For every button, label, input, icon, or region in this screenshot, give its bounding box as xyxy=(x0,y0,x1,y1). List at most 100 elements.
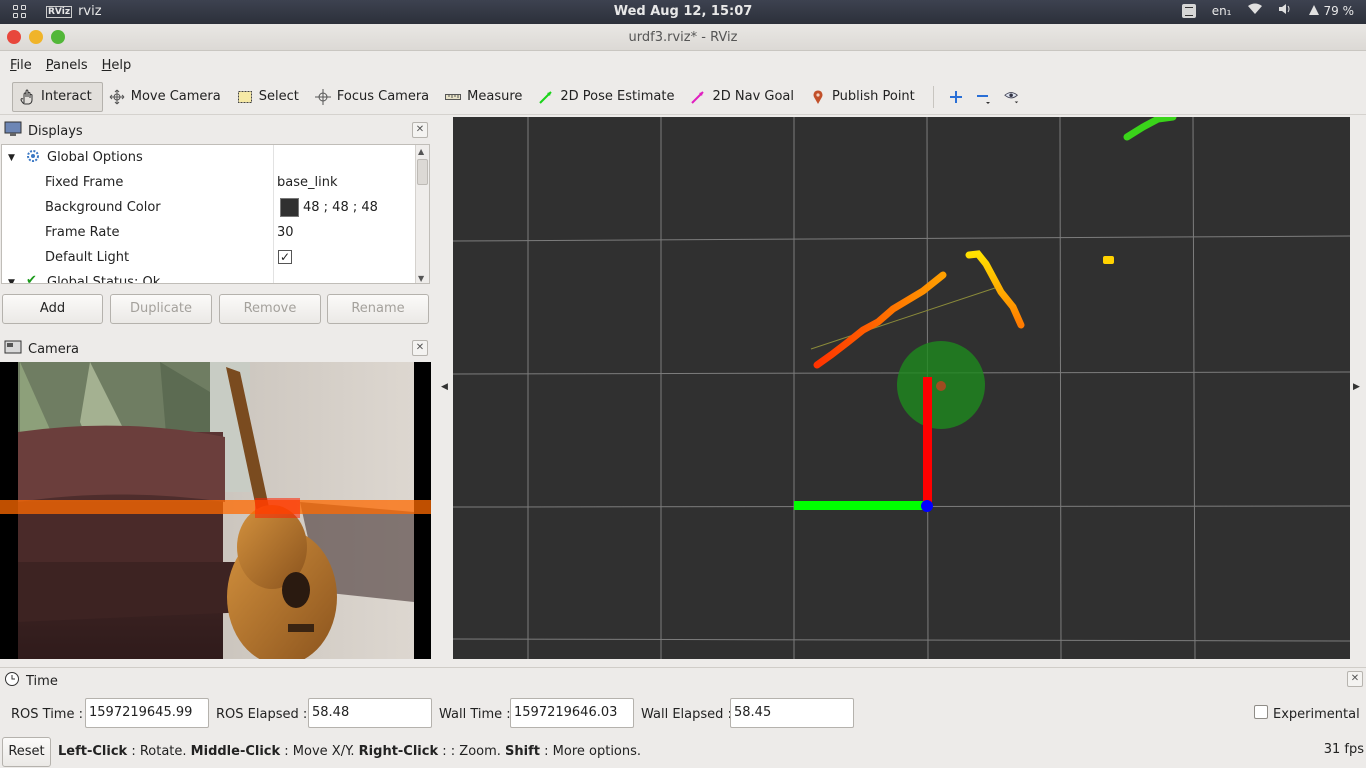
menu-file[interactable]: File xyxy=(10,58,32,73)
check-ok-icon: ✔ xyxy=(26,273,37,284)
add-tool-button[interactable] xyxy=(942,82,970,112)
rename-display-button[interactable]: Rename xyxy=(327,294,429,324)
minus-icon xyxy=(976,89,992,105)
pose-line xyxy=(810,286,999,350)
add-display-button[interactable]: Add xyxy=(2,294,103,324)
menu-help[interactable]: Help xyxy=(102,58,132,73)
hint-shift: Shift xyxy=(505,744,540,759)
focus-camera-label: Focus Camera xyxy=(336,89,430,104)
fixed-frame-value[interactable]: base_link xyxy=(277,175,337,190)
hand-pointer-icon xyxy=(19,88,35,105)
volume-icon[interactable] xyxy=(1278,3,1292,18)
battery-status[interactable]: 79 % xyxy=(1308,3,1355,18)
window-title: urdf3.rviz* - RViz xyxy=(628,30,738,45)
system-top-bar: RViz rviz Wed Aug 12, 15:07 en₁ 79 % xyxy=(0,0,1366,24)
camera-panel-icon xyxy=(4,339,22,359)
nav-goal-tool-button[interactable]: 2D Nav Goal xyxy=(684,82,804,112)
ros-elapsed-field[interactable]: 58.48 xyxy=(308,698,432,728)
hint-middle-click: Middle-Click xyxy=(190,744,281,759)
interact-tool-button[interactable]: Interact xyxy=(12,81,103,112)
move-camera-icon xyxy=(109,89,125,105)
system-clock[interactable]: Wed Aug 12, 15:07 xyxy=(0,4,1366,19)
measure-tool-button[interactable]: Measure xyxy=(439,82,532,112)
menu-panels[interactable]: Panels xyxy=(46,58,88,73)
select-tool-button[interactable]: Select xyxy=(231,82,309,112)
3d-render-viewport[interactable] xyxy=(453,117,1350,659)
frame-rate-value[interactable]: 30 xyxy=(277,225,294,240)
wall-time-label: Wall Time : xyxy=(439,707,511,722)
camera-panel-header: Camera xyxy=(0,336,431,362)
notes-icon[interactable] xyxy=(1181,3,1196,18)
battery-percent: 79 % xyxy=(1323,3,1355,18)
scroll-down-arrow-icon[interactable]: ▼ xyxy=(418,274,424,283)
y-axis-arrow xyxy=(923,377,932,507)
interact-label: Interact xyxy=(41,89,92,104)
tree-row-default-light[interactable]: Default Light ✓ xyxy=(2,245,417,270)
expand-arrow-icon[interactable]: ▼ xyxy=(8,153,15,163)
x-axis-arrow xyxy=(794,501,927,510)
tree-row-fixed-frame[interactable]: Fixed Frame base_link xyxy=(2,170,417,195)
select-label: Select xyxy=(258,89,299,104)
select-box-icon xyxy=(237,89,253,105)
wall-elapsed-field[interactable]: 58.45 xyxy=(730,698,854,728)
eye-icon xyxy=(1003,89,1020,105)
tree-row-global-options[interactable]: ▼ Global Options xyxy=(2,145,417,170)
move-camera-tool-button[interactable]: Move Camera xyxy=(103,82,231,112)
background-color-value[interactable]: 48 ; 48 ; 48 xyxy=(303,200,378,215)
collapse-left-arrow-icon[interactable]: ◀ xyxy=(441,382,448,392)
displays-panel-close-button[interactable]: ✕ xyxy=(412,122,428,138)
battery-icon xyxy=(1308,4,1319,15)
expand-arrow-icon[interactable]: ▼ xyxy=(8,278,15,283)
plus-icon xyxy=(948,89,964,105)
window-titlebar: urdf3.rviz* - RViz xyxy=(0,24,1366,51)
publish-point-tool-button[interactable]: Publish Point xyxy=(804,82,925,112)
view-options-button[interactable] xyxy=(998,82,1026,112)
experimental-checkbox[interactable] xyxy=(1254,705,1268,719)
displays-scrollbar[interactable]: ▲ ▼ xyxy=(415,145,429,283)
collapse-right-arrow-icon[interactable]: ▶ xyxy=(1353,382,1360,392)
gear-icon xyxy=(26,149,40,167)
focus-camera-tool-button[interactable]: Focus Camera xyxy=(309,82,439,112)
time-panel-close-button[interactable]: ✕ xyxy=(1347,671,1363,687)
clock-icon xyxy=(4,671,20,691)
camera-image-view[interactable] xyxy=(0,362,431,659)
default-light-checkbox[interactable]: ✓ xyxy=(278,250,292,264)
color-swatch[interactable] xyxy=(280,198,299,217)
duplicate-display-button[interactable]: Duplicate xyxy=(110,294,212,324)
laser-scan-segment xyxy=(965,250,1025,329)
tree-row-background-color[interactable]: Background Color 48 ; 48 ; 48 xyxy=(2,195,417,220)
remove-tool-button[interactable] xyxy=(970,82,998,112)
remove-display-button[interactable]: Remove xyxy=(219,294,321,324)
status-hint: Left-Click : Rotate. Middle-Click : Move… xyxy=(58,744,641,759)
publish-point-label: Publish Point xyxy=(832,89,915,104)
tree-row-global-status[interactable]: ▼ ✔ Global Status: Ok xyxy=(2,270,417,284)
hint-zoom: : : Zoom. xyxy=(442,744,501,759)
green-arrow-icon xyxy=(538,89,554,105)
camera-panel-title: Camera xyxy=(28,341,80,357)
camera-panel-close-button[interactable]: ✕ xyxy=(412,340,428,356)
ros-time-field[interactable]: 1597219645.99 xyxy=(85,698,209,728)
background-color-label: Background Color xyxy=(45,200,161,215)
frame-rate-label: Frame Rate xyxy=(45,225,120,240)
scroll-up-arrow-icon[interactable]: ▲ xyxy=(418,147,424,156)
reset-button[interactable]: Reset xyxy=(2,737,51,767)
move-camera-label: Move Camera xyxy=(130,89,221,104)
default-light-label: Default Light xyxy=(45,250,130,265)
wall-elapsed-label: Wall Elapsed : xyxy=(641,707,732,722)
displays-tree: ▼ Global Options Fixed Frame base_link B… xyxy=(1,144,430,284)
tree-row-frame-rate[interactable]: Frame Rate 30 xyxy=(2,220,417,245)
origin-point xyxy=(921,500,933,512)
time-panel-title: Time xyxy=(26,673,58,689)
wifi-icon[interactable] xyxy=(1247,3,1262,18)
fixed-frame-label: Fixed Frame xyxy=(45,175,124,190)
keyboard-layout-indicator[interactable]: en₁ xyxy=(1212,4,1232,18)
toolbar-separator xyxy=(932,85,934,108)
tree-cell xyxy=(2,170,274,195)
wall-time-field[interactable]: 1597219646.03 xyxy=(510,698,634,728)
time-panel-header: Time xyxy=(0,668,1366,694)
pose-estimate-tool-button[interactable]: 2D Pose Estimate xyxy=(532,82,684,112)
scrollbar-thumb[interactable] xyxy=(417,159,428,185)
focus-camera-icon xyxy=(314,88,331,105)
global-status-label: Global Status: Ok xyxy=(47,275,161,284)
ros-elapsed-label: ROS Elapsed : xyxy=(216,707,308,722)
